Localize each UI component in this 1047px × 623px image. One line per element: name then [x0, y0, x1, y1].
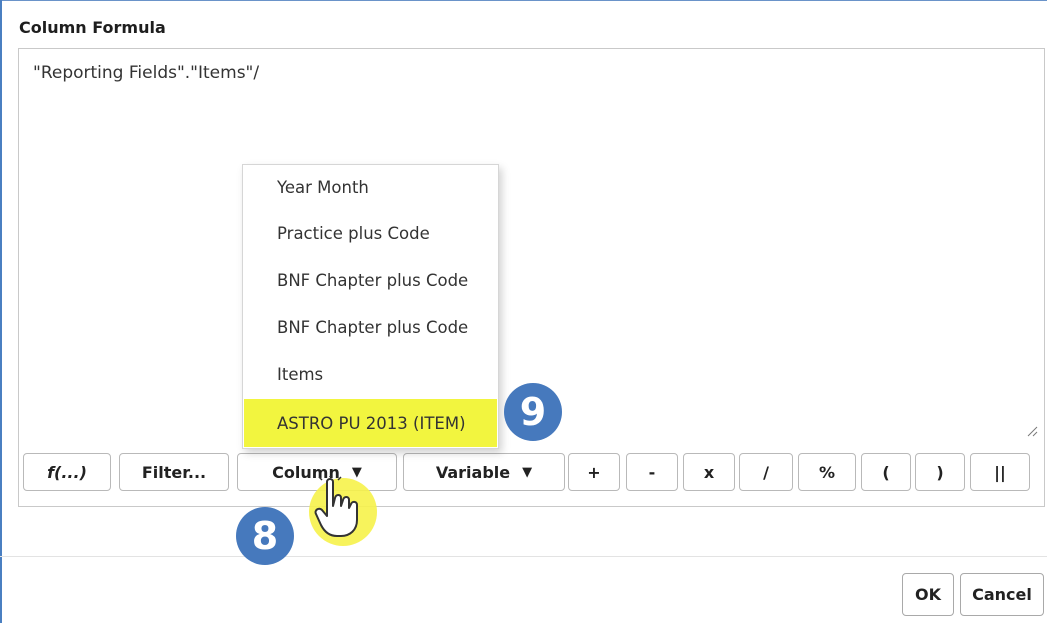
ok-button-label: OK: [915, 585, 941, 604]
menu-item-label: Year Month: [277, 177, 369, 197]
formula-toolbar: f(...) Filter... Column ▼ Variable ▼ + -…: [23, 449, 1040, 499]
footer-divider: [0, 556, 1047, 557]
menu-item-label: BNF Chapter plus Code: [277, 317, 469, 337]
concat-button[interactable]: ||: [970, 453, 1030, 491]
menu-item-label: Practice plus Code: [277, 223, 430, 243]
plus-button[interactable]: +: [568, 453, 620, 491]
percent-button[interactable]: %: [798, 453, 856, 491]
chevron-down-icon: ▼: [522, 464, 533, 480]
function-button[interactable]: f(...): [23, 453, 111, 491]
cancel-button[interactable]: Cancel: [960, 573, 1044, 616]
close-paren-button-label: ): [936, 462, 944, 482]
dialog-title: Column Formula: [19, 18, 166, 37]
menu-item-label: BNF Chapter plus Code: [277, 270, 469, 290]
multiply-button-label: x: [703, 462, 715, 482]
menu-item-astro-pu-2013[interactable]: ASTRO PU 2013 (ITEM): [244, 399, 497, 447]
dialog-top-border: [0, 0, 1047, 1]
variable-button[interactable]: Variable ▼: [403, 453, 565, 491]
close-paren-button[interactable]: ): [915, 453, 965, 491]
step-9-badge: 9: [504, 383, 562, 441]
dialog-left-border: [0, 0, 2, 623]
minus-button-label: -: [648, 462, 656, 482]
column-dropdown-menu: Year Month Practice plus Code BNF Chapte…: [242, 164, 499, 449]
multiply-button[interactable]: x: [683, 453, 735, 491]
menu-item-practice-plus-code[interactable]: Practice plus Code: [244, 211, 497, 255]
divide-button[interactable]: /: [739, 453, 793, 491]
filter-button[interactable]: Filter...: [119, 453, 229, 491]
step-8-badge: 8: [236, 507, 294, 565]
minus-button[interactable]: -: [626, 453, 678, 491]
menu-item-bnf-chapter-plus-code-2[interactable]: BNF Chapter plus Code: [244, 305, 497, 349]
variable-button-label: Variable: [435, 462, 511, 482]
menu-item-bnf-chapter-plus-code[interactable]: BNF Chapter plus Code: [244, 258, 497, 302]
open-paren-button-label: (: [882, 462, 890, 482]
menu-item-label: Items: [277, 364, 324, 384]
formula-text[interactable]: "Reporting Fields"."Items"/: [33, 63, 259, 83]
menu-item-year-month[interactable]: Year Month: [244, 165, 497, 209]
cancel-button-label: Cancel: [972, 585, 1032, 604]
filter-button-label: Filter...: [141, 462, 207, 482]
percent-button-label: %: [818, 462, 836, 482]
ok-button[interactable]: OK: [902, 573, 954, 616]
menu-item-items[interactable]: Items: [244, 352, 497, 396]
menu-item-label: ASTRO PU 2013 (ITEM): [277, 413, 466, 433]
divide-button-label: /: [763, 462, 769, 482]
open-paren-button[interactable]: (: [861, 453, 911, 491]
pointer-hand-icon: [314, 476, 358, 537]
step-9-number: 9: [519, 390, 547, 434]
step-8-number: 8: [251, 514, 279, 558]
concat-button-label: ||: [994, 462, 1006, 482]
plus-button-label: +: [587, 462, 601, 482]
function-button-label: f(...): [47, 462, 87, 482]
resize-handle-icon[interactable]: [1026, 425, 1038, 437]
